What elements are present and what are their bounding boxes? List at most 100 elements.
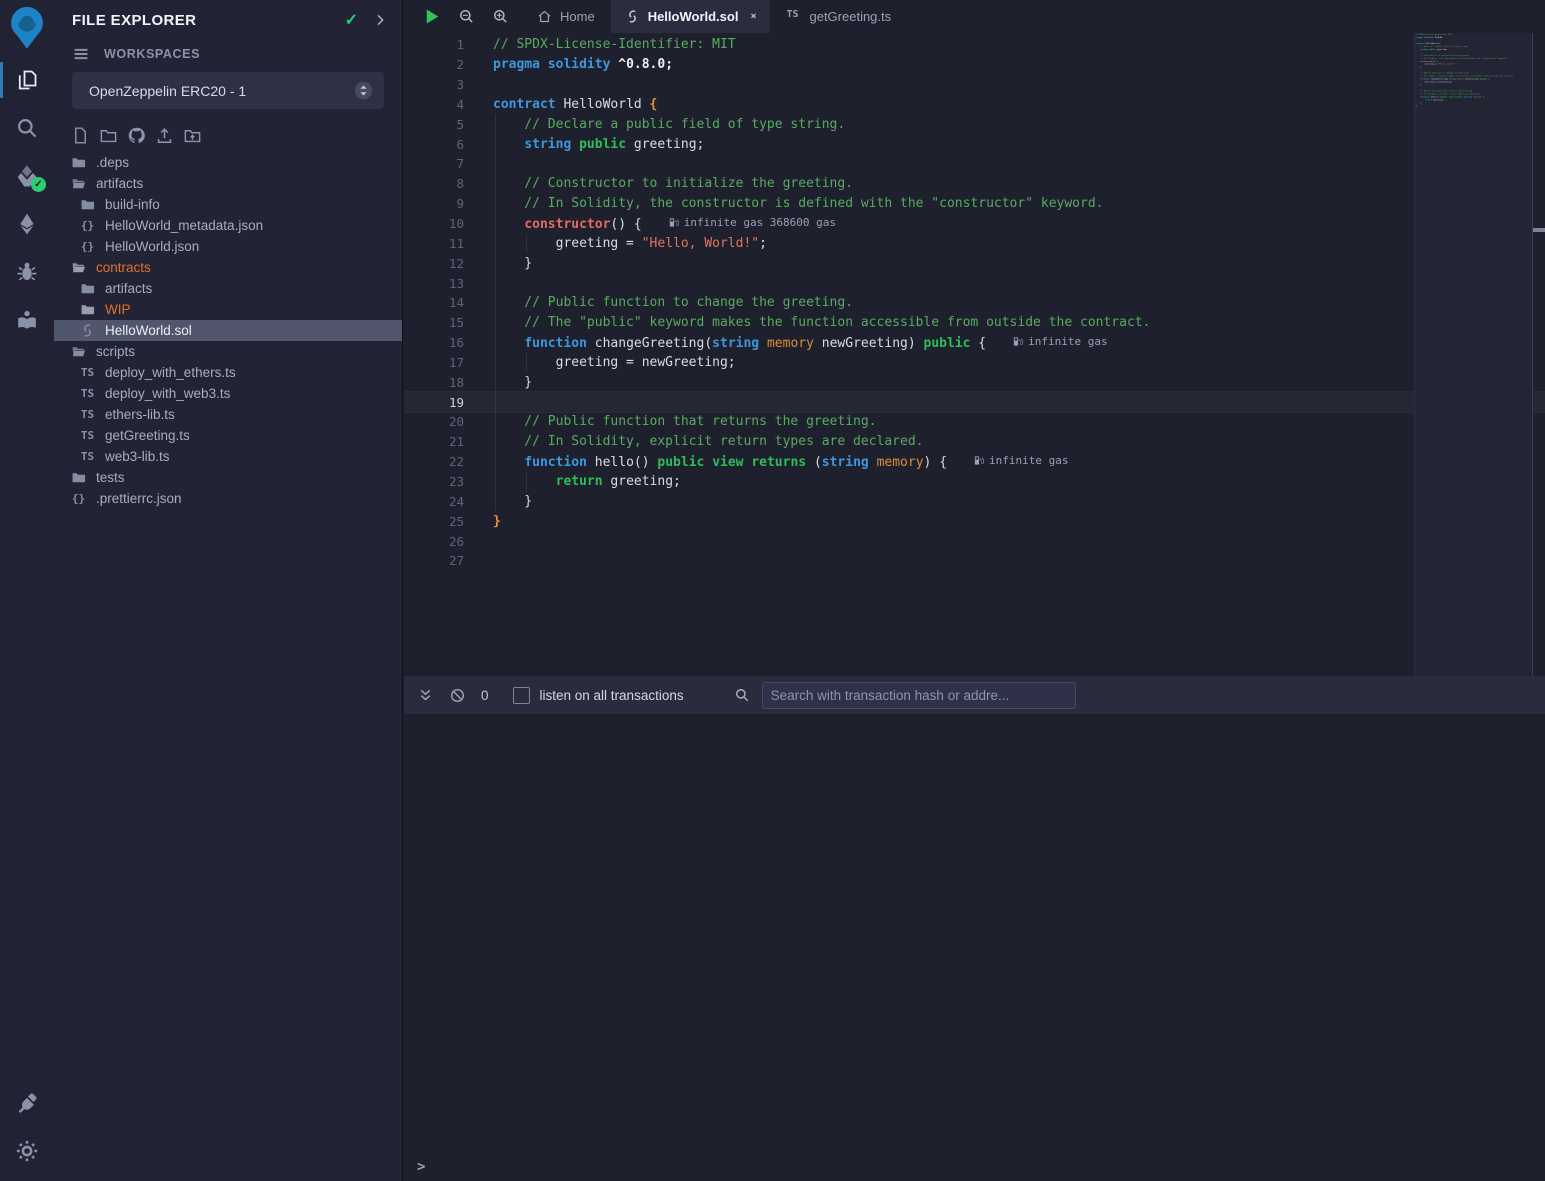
tree-item-helloworld-metadata-json[interactable]: {}HelloWorld_metadata.json [54,215,402,236]
tab-getgreeting-ts[interactable]: TSgetGreeting.ts [772,0,905,33]
editor-scrollbar[interactable] [1532,33,1545,676]
pending-tx-count: 0 [481,688,489,703]
code-line-5[interactable]: 5 // Declare a public field of type stri… [404,114,1545,134]
learneth-icon [15,308,39,332]
activity-plugin-manager[interactable] [0,1079,54,1127]
tree-item-tests[interactable]: tests [54,467,402,488]
chevron-right-icon[interactable] [372,12,388,28]
tab-home[interactable]: Home [523,0,609,33]
code-line-12[interactable]: 12 } [404,253,1545,273]
home-icon [537,9,552,24]
code-text: } [493,256,1545,271]
tree-item-contracts[interactable]: contracts [54,257,402,278]
activity-remix-logo[interactable] [0,0,54,56]
code-line-14[interactable]: 14 // Public function to change the gree… [404,293,1545,313]
json-icon: {} [80,218,95,233]
activity-learneth[interactable] [0,296,54,344]
code-line-20[interactable]: 20 // Public function that returns the g… [404,412,1545,432]
upload-folder-icon[interactable] [183,126,202,145]
minimap[interactable]: // SPDX-License-Identifier: MITpragma so… [1414,33,1533,676]
code-line-13[interactable]: 13 [404,273,1545,293]
code-text: // SPDX-License-Identifier: MIT [493,37,1545,52]
scrollbar-mark [1533,228,1545,232]
code-line-10[interactable]: 10 constructor() {infinite gas 368600 ga… [404,214,1545,234]
tree-item-ethers-lib-ts[interactable]: TSethers-lib.ts [54,404,402,425]
workspace-switch-icon[interactable] [353,80,374,101]
tree-item-wip[interactable]: WIP [54,299,402,320]
code-line-18[interactable]: 18 } [404,372,1545,392]
code-line-25[interactable]: 25} [404,511,1545,531]
tree-item-label: deploy_with_web3.ts [105,386,230,401]
code-line-16[interactable]: 16 function changeGreeting(string memory… [404,333,1545,353]
tree-item-prettierrc-json[interactable]: {}.prettierrc.json [54,488,402,509]
upload-files-icon[interactable] [155,126,174,145]
code-line-22[interactable]: 22 function hello() public view returns … [404,452,1545,472]
activity-file-explorer[interactable] [0,56,54,104]
search-icon [734,687,750,703]
close-icon[interactable]: × [750,12,756,22]
create-new-folder-icon[interactable] [99,126,118,145]
activity-settings[interactable] [0,1127,54,1175]
code-line-2[interactable]: 2pragma solidity ^0.8.0; [404,55,1545,75]
code-text: // Public function that returns the gree… [493,414,1545,429]
zoom-in-icon[interactable] [492,8,509,25]
code-line-1[interactable]: 1// SPDX-License-Identifier: MIT [404,35,1545,55]
code-line-9[interactable]: 9 // In Solidity, the constructor is def… [404,194,1545,214]
tree-item-deploy-with-web3-ts[interactable]: TSdeploy_with_web3.ts [54,383,402,404]
code-line-3[interactable]: 3 [404,75,1545,95]
code-line-15[interactable]: 15 // The "public" keyword makes the fun… [404,313,1545,333]
code-line-23[interactable]: 23 return greeting; [404,472,1545,492]
terminal-toolbar: 0 listen on all transactions [404,676,1545,714]
activity-debugger[interactable] [0,248,54,296]
tree-item-build-info[interactable]: build-info [54,194,402,215]
code-line-27[interactable]: 27 [404,551,1545,571]
code-editor[interactable]: 1// SPDX-License-Identifier: MIT2pragma … [404,33,1545,676]
tab-helloworld-sol[interactable]: HelloWorld.sol× [611,0,771,33]
tree-item-artifacts[interactable]: artifacts [54,173,402,194]
tree-item-artifacts[interactable]: artifacts [54,278,402,299]
create-new-file-icon[interactable] [71,126,90,145]
zoom-out-icon[interactable] [458,8,475,25]
code-line-4[interactable]: 4contract HelloWorld { [404,95,1545,115]
workspace-select[interactable]: OpenZeppelin ERC20 - 1 [72,72,384,109]
listen-transactions-checkbox[interactable] [513,687,530,704]
indent-guide [526,234,527,254]
clone-git-repository-icon[interactable] [127,126,146,145]
terminal[interactable]: > [404,714,1545,1181]
file-tree: .depsartifactsbuild-info{}HelloWorld_met… [54,152,402,509]
line-number: 12 [404,256,464,271]
code-line-26[interactable]: 26 [404,531,1545,551]
line-number: 27 [404,553,464,568]
ts-icon: TS [80,428,95,443]
code-line-21[interactable]: 21 // In Solidity, explicit return types… [404,432,1545,452]
code-line-11[interactable]: 11 greeting = "Hello, World!"; [404,233,1545,253]
ts-icon: TS [80,407,95,422]
tree-item-web3-lib-ts[interactable]: TSweb3-lib.ts [54,446,402,467]
terminal-prompt[interactable]: > [417,1159,425,1175]
code-line-19[interactable]: 19 [404,392,1545,412]
tab-label: Home [560,9,595,24]
code-line-6[interactable]: 6 string public greeting; [404,134,1545,154]
code-line-8[interactable]: 8 // Constructor to initialize the greet… [404,174,1545,194]
deploy-run-icon [15,212,39,236]
tree-item-deps[interactable]: .deps [54,152,402,173]
terminal-search-input[interactable] [762,682,1076,709]
activity-search[interactable] [0,104,54,152]
activity-deploy-run[interactable] [0,200,54,248]
activity-solidity-compiler[interactable]: ✓ [0,152,54,200]
tree-item-getgreeting-ts[interactable]: TSgetGreeting.ts [54,425,402,446]
tree-item-helloworld-json[interactable]: {}HelloWorld.json [54,236,402,257]
activity-bar-spacer [0,344,54,1079]
run-script-icon[interactable] [422,7,441,26]
workspace-check-icon[interactable]: ✓ [345,10,358,30]
code-line-24[interactable]: 24 } [404,491,1545,511]
workspaces-menu-icon[interactable] [72,45,90,63]
tree-item-deploy-with-ethers-ts[interactable]: TSdeploy_with_ethers.ts [54,362,402,383]
tree-item-scripts[interactable]: scripts [54,341,402,362]
expand-terminal-icon[interactable] [417,687,434,704]
clear-console-icon[interactable] [449,687,466,704]
code-line-7[interactable]: 7 [404,154,1545,174]
code-line-17[interactable]: 17 greeting = newGreeting; [404,353,1545,373]
tree-item-helloworld-sol[interactable]: HelloWorld.sol [54,320,402,341]
listen-transactions-label[interactable]: listen on all transactions [540,688,684,703]
